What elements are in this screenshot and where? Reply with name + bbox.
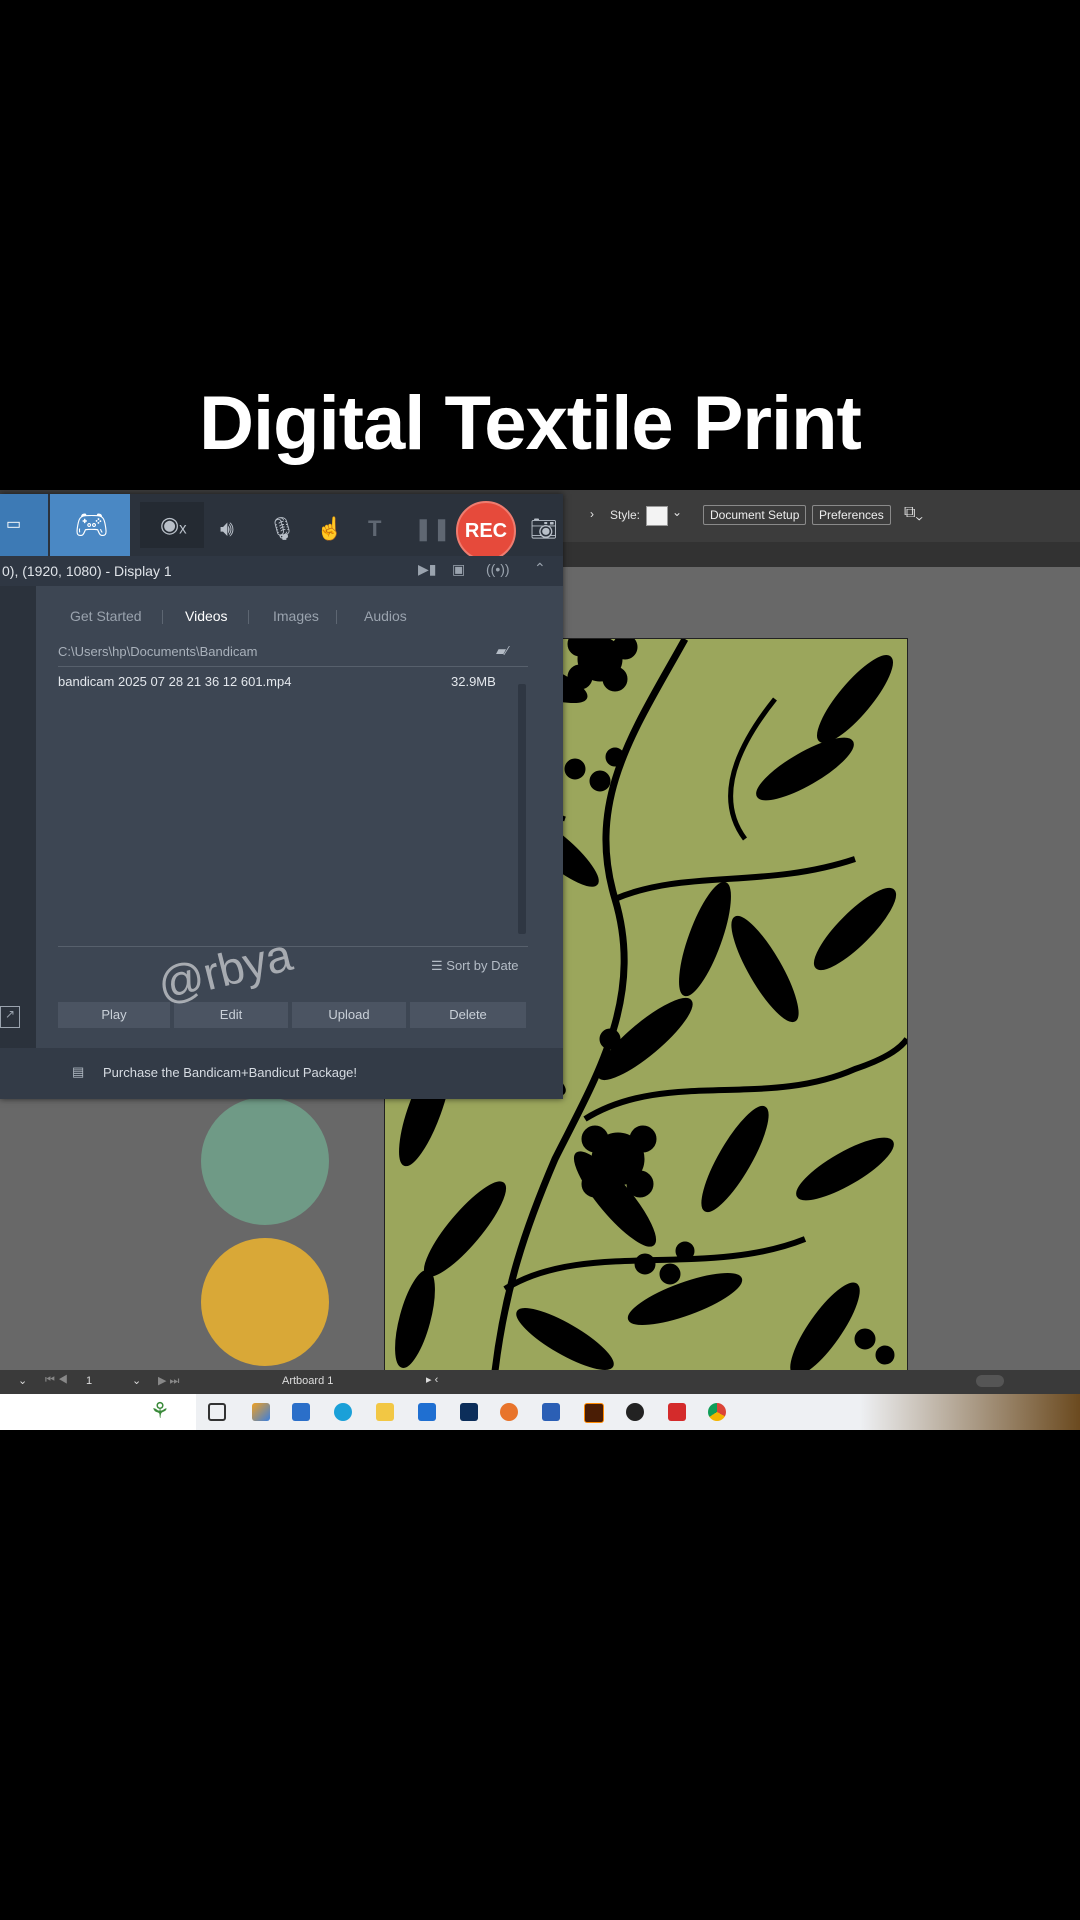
speaker-icon[interactable]: 🔊︎: [220, 516, 234, 542]
hdmi-icon: ▭: [6, 516, 22, 533]
tab-images[interactable]: Images: [273, 608, 319, 624]
firefox-icon[interactable]: [500, 1403, 518, 1421]
bandicam-window: ▭ 🎮︎ ◉ₓ 🔊︎ 🎙︎ ☝ T ❚❚ REC 📷︎ 0), (1920, 1…: [0, 494, 563, 1099]
task-view-icon[interactable]: [208, 1403, 226, 1421]
tab-separator: [248, 610, 249, 624]
play-icon[interactable]: ▸ ‹: [426, 1373, 438, 1386]
webcam-toggle[interactable]: ◉ₓ: [140, 502, 204, 548]
bandicam-toolbar: ▭ 🎮︎ ◉ₓ 🔊︎ 🎙︎ ☝ T ❚❚ REC 📷︎: [0, 494, 563, 561]
divider: [58, 946, 528, 947]
promo-text: Purchase the Bandicam+Bandicut Package!: [103, 1065, 358, 1080]
horizontal-scrollbar[interactable]: [976, 1375, 1004, 1387]
bandicam-sidebar: ↗: [0, 586, 36, 1048]
chrome-icon[interactable]: [708, 1403, 726, 1421]
chat-icon: ▤: [72, 1064, 85, 1079]
taskbar-tray-blur: [860, 1394, 1080, 1430]
file-explorer-icon[interactable]: [376, 1403, 394, 1421]
sort-label: Sort by Date: [446, 958, 519, 973]
document-setup-button[interactable]: Document Setup: [703, 505, 807, 525]
photoshop-icon[interactable]: [460, 1403, 478, 1421]
color-swatch-yellow[interactable]: [201, 1238, 329, 1366]
arrange-documents-icon[interactable]: ⧉⌄: [904, 504, 923, 522]
recorded-file-size: 32.9MB: [451, 674, 496, 689]
page-number[interactable]: 1: [86, 1375, 92, 1387]
folder-path-text: C:\Users\hp\Documents\Bandicam: [58, 644, 258, 659]
gamepad-icon: 🎮︎: [74, 509, 110, 540]
page-dropdown-icon[interactable]: ⌄: [132, 1374, 141, 1387]
open-folder-icon[interactable]: ▰⁄: [496, 643, 508, 659]
broadcast-icon[interactable]: ((•)): [486, 561, 510, 577]
illustrator-icon[interactable]: [584, 1403, 604, 1423]
list-icon: ☰: [431, 958, 447, 973]
open-external-icon[interactable]: ↗: [0, 1006, 20, 1028]
sort-by-date-button[interactable]: ☰ Sort by Date: [431, 958, 519, 974]
last-page-icon[interactable]: ▶ ⏭: [158, 1374, 179, 1388]
tab-separator: [336, 610, 337, 624]
preferences-button[interactable]: Preferences: [812, 505, 891, 525]
text-overlay-icon[interactable]: T: [368, 516, 381, 542]
illustrator-status-bar: ⌄ ⏮ ◀ 1 ⌄ ▶ ⏭ Artboard 1 ▸ ‹: [0, 1370, 1080, 1394]
record-button[interactable]: REC: [456, 501, 516, 561]
color-swatch-green[interactable]: [201, 1097, 329, 1225]
hdmi-mode-button[interactable]: ▭: [0, 494, 48, 556]
style-swatch[interactable]: [646, 506, 668, 526]
wps-icon[interactable]: [668, 1403, 686, 1421]
video-title: Digital Textile Print: [199, 381, 862, 466]
screenshot-camera-icon[interactable]: 📷︎: [530, 516, 558, 542]
game-mode-button[interactable]: 🎮︎: [50, 494, 130, 556]
output-folder-path: C:\Users\hp\Documents\Bandicam ▰⁄: [58, 640, 528, 667]
tab-videos[interactable]: Videos: [185, 608, 228, 624]
cursor-effect-icon[interactable]: ☝: [316, 516, 343, 542]
chevron-right-icon[interactable]: ›: [590, 507, 594, 521]
plant-icon: ⚘: [150, 1398, 170, 1423]
recorded-file-name[interactable]: bandicam 2025 07 28 21 36 12 601.mp4: [58, 674, 291, 689]
artboard-name: Artboard 1: [282, 1375, 334, 1387]
file-list-scrollbar[interactable]: [518, 684, 526, 934]
display-info-text: 0), (1920, 1080) - Display 1: [2, 563, 172, 579]
bandicam-output-panel: Get Started Videos Images Audios C:\User…: [36, 586, 563, 1048]
delete-button[interactable]: Delete: [410, 1002, 526, 1028]
image-mode-icon[interactable]: ▣: [452, 561, 465, 578]
play-button[interactable]: Play: [58, 1002, 170, 1028]
word-icon[interactable]: [542, 1403, 560, 1421]
tab-audios[interactable]: Audios: [364, 608, 407, 624]
microphone-icon[interactable]: 🎙︎: [268, 516, 296, 542]
bandicam-promo-bar[interactable]: ▤ Purchase the Bandicam+Bandicut Package…: [0, 1048, 563, 1099]
pause-icon[interactable]: ❚❚: [414, 516, 451, 542]
zoom-dropdown-icon[interactable]: ⌄: [18, 1374, 27, 1387]
edge-icon[interactable]: [334, 1403, 352, 1421]
store-icon[interactable]: [292, 1403, 310, 1421]
first-page-icon[interactable]: ⏮ ◀: [45, 1374, 68, 1387]
outlook-icon[interactable]: [418, 1403, 436, 1421]
capture-info-bar: 0), (1920, 1080) - Display 1 ▶▮ ▣ ((•)) …: [0, 556, 563, 586]
video-mode-icon[interactable]: ▶▮: [418, 561, 436, 578]
copilot-icon[interactable]: [252, 1403, 270, 1421]
collapse-icon[interactable]: ⌃: [534, 560, 546, 577]
webcam-off-icon: ◉ₓ: [160, 512, 187, 537]
bandicam-icon[interactable]: [626, 1403, 644, 1421]
style-label: Style:: [610, 508, 641, 522]
tab-separator: [162, 610, 163, 624]
upload-button[interactable]: Upload: [292, 1002, 406, 1028]
windows-taskbar: ⚘: [0, 1394, 1080, 1430]
tab-get-started[interactable]: Get Started: [70, 608, 142, 624]
chevron-down-icon[interactable]: ⌄: [672, 505, 682, 519]
